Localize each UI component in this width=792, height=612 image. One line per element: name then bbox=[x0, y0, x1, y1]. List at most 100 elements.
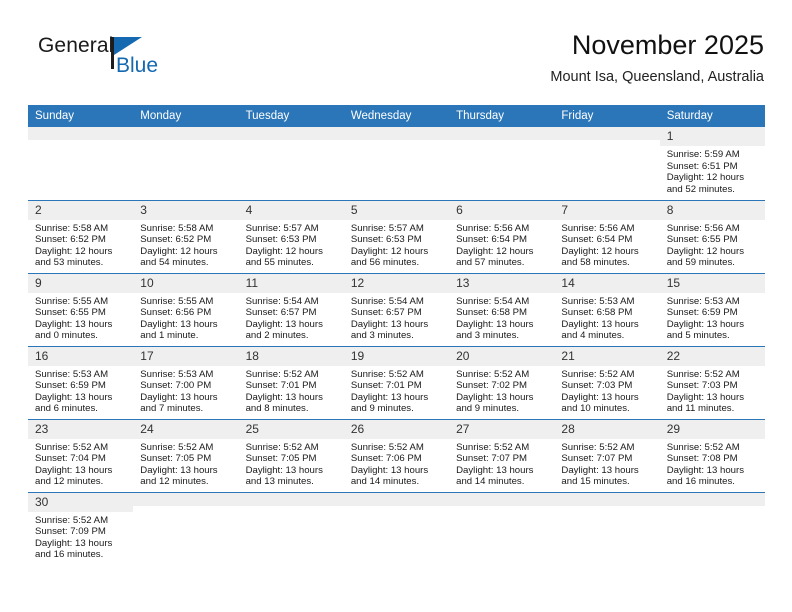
daylight-text-line1: Daylight: 13 hours bbox=[561, 318, 639, 330]
calendar-day-cell[interactable]: 17 Sunrise: 5:53 AM Sunset: 7:00 PM Dayligh… bbox=[133, 346, 239, 420]
daylight-text-line2: and 0 minutes. bbox=[35, 330, 98, 342]
day-number: 1 bbox=[659, 127, 765, 146]
sunrise-text: Sunrise: 5:59 AM bbox=[666, 149, 740, 160]
calendar-day-cell[interactable]: 21 Sunrise: 5:52 AM Sunset: 7:03 PM Dayligh… bbox=[554, 346, 660, 420]
calendar-day-cell[interactable]: 11 Sunrise: 5:54 AM Sunset: 6:57 PM Dayligh… bbox=[238, 273, 344, 347]
day-details: Sunrise: 5:52 AM Sunset: 7:04 PM Daylight:… bbox=[28, 439, 133, 488]
calendar-week-row: 2 Sunrise: 5:58 AM Sunset: 6:52 PM Daylight… bbox=[28, 200, 765, 274]
day-details: Sunrise: 5:58 AM Sunset: 6:52 PM Daylight:… bbox=[133, 220, 238, 269]
sunrise-text: Sunrise: 5:52 AM bbox=[245, 441, 319, 453]
day-number: 8 bbox=[659, 200, 765, 220]
title-block: November 2025 Mount Isa, Queensland, Aus… bbox=[550, 28, 764, 88]
sunrise-text: Sunrise: 5:58 AM bbox=[35, 222, 109, 234]
calendar-day-cell[interactable]: 8 Sunrise: 5:56 AM Sunset: 6:55 PM Daylight… bbox=[659, 200, 765, 274]
daylight-text-line1: Daylight: 13 hours bbox=[245, 391, 323, 403]
sunset-text: Sunset: 6:54 PM bbox=[456, 234, 528, 246]
day-details: Sunrise: 5:57 AM Sunset: 6:53 PM Daylight:… bbox=[239, 220, 344, 269]
calendar-day-cell[interactable]: 4 Sunrise: 5:57 AM Sunset: 6:53 PM Daylight… bbox=[238, 200, 344, 274]
day-details: Sunrise: 5:52 AM Sunset: 7:06 PM Daylight:… bbox=[344, 439, 449, 488]
day-number bbox=[133, 127, 239, 140]
sunrise-text: Sunrise: 5:52 AM bbox=[561, 368, 635, 380]
calendar-day-cell[interactable]: 29 Sunrise: 5:52 AM Sunset: 7:08 PM Dayligh… bbox=[659, 419, 765, 493]
sunset-text: Sunset: 7:05 PM bbox=[245, 453, 317, 465]
calendar-day-cell[interactable]: 28 Sunrise: 5:52 AM Sunset: 7:07 PM Dayligh… bbox=[554, 419, 660, 493]
daylight-text-line2: and 3 minutes. bbox=[350, 330, 414, 342]
day-number: 19 bbox=[343, 346, 450, 366]
daylight-text-line1: Daylight: 13 hours bbox=[35, 464, 113, 476]
daylight-text-line2: and 59 minutes. bbox=[666, 257, 735, 269]
calendar-day-cell[interactable]: 20 Sunrise: 5:52 AM Sunset: 7:02 PM Dayligh… bbox=[449, 346, 555, 420]
daylight-text-line2: and 9 minutes. bbox=[350, 403, 414, 415]
weekday-header-wednesday: Wednesday bbox=[343, 105, 450, 127]
daylight-text-line2: and 4 minutes. bbox=[561, 330, 625, 342]
daylight-text-line2: and 57 minutes. bbox=[456, 257, 525, 269]
calendar-cell-empty bbox=[449, 492, 555, 572]
calendar-day-cell[interactable]: 6 Sunrise: 5:56 AM Sunset: 6:54 PM Daylight… bbox=[449, 200, 555, 274]
calendar-day-cell[interactable]: 2 Sunrise: 5:58 AM Sunset: 6:52 PM Daylight… bbox=[28, 200, 134, 274]
sunset-text: Sunset: 7:01 PM bbox=[350, 380, 422, 392]
sunrise-text: Sunrise: 5:54 AM bbox=[350, 295, 424, 307]
daylight-text-line2: and 16 minutes. bbox=[666, 476, 735, 488]
calendar-body: 1 Sunrise: 5:59 AM Sunset: 6:51 PM Daylight… bbox=[28, 127, 765, 572]
day-details: Sunrise: 5:53 AM Sunset: 6:59 PM Daylight:… bbox=[660, 293, 765, 342]
calendar-cell-empty bbox=[343, 492, 450, 572]
calendar-day-cell[interactable]: 10 Sunrise: 5:55 AM Sunset: 6:56 PM Dayligh… bbox=[133, 273, 239, 347]
calendar-day-cell[interactable]: 18 Sunrise: 5:52 AM Sunset: 7:01 PM Dayligh… bbox=[238, 346, 344, 420]
sunrise-text: Sunrise: 5:54 AM bbox=[456, 295, 530, 307]
daylight-text-line2: and 6 minutes. bbox=[35, 403, 98, 415]
daylight-text-line1: Daylight: 13 hours bbox=[140, 464, 218, 476]
calendar-day-cell[interactable]: 22 Sunrise: 5:52 AM Sunset: 7:03 PM Dayligh… bbox=[659, 346, 765, 420]
sunrise-text: Sunrise: 5:58 AM bbox=[140, 222, 214, 234]
daylight-text-line1: Daylight: 13 hours bbox=[561, 391, 639, 403]
daylight-text-line1: Daylight: 13 hours bbox=[666, 318, 745, 330]
calendar-day-cell[interactable]: 14 Sunrise: 5:53 AM Sunset: 6:58 PM Dayligh… bbox=[554, 273, 660, 347]
calendar-day-cell[interactable]: 16 Sunrise: 5:53 AM Sunset: 6:59 PM Dayligh… bbox=[28, 346, 134, 420]
sunrise-text: Sunrise: 5:56 AM bbox=[456, 222, 530, 234]
day-details: Sunrise: 5:52 AM Sunset: 7:01 PM Daylight:… bbox=[344, 366, 449, 415]
day-number bbox=[554, 127, 660, 140]
calendar-day-cell[interactable]: 27 Sunrise: 5:52 AM Sunset: 7:07 PM Dayligh… bbox=[449, 419, 555, 493]
day-number bbox=[238, 127, 344, 140]
day-number: 28 bbox=[554, 419, 660, 439]
daylight-text-line1: Daylight: 13 hours bbox=[245, 318, 323, 330]
calendar-day-cell[interactable]: 15 Sunrise: 5:53 AM Sunset: 6:59 PM Dayligh… bbox=[659, 273, 765, 347]
sunset-text: Sunset: 6:52 PM bbox=[140, 234, 212, 246]
day-details: Sunrise: 5:56 AM Sunset: 6:55 PM Daylight:… bbox=[660, 220, 765, 269]
day-number: 3 bbox=[133, 200, 239, 220]
calendar-day-cell[interactable]: 12 Sunrise: 5:54 AM Sunset: 6:57 PM Dayligh… bbox=[343, 273, 450, 347]
daylight-text-line2: and 8 minutes. bbox=[245, 403, 309, 415]
sunset-text: Sunset: 6:53 PM bbox=[350, 234, 422, 246]
calendar-day-cell[interactable]: 9 Sunrise: 5:55 AM Sunset: 6:55 PM Daylight… bbox=[28, 273, 134, 347]
calendar-day-cell[interactable]: 25 Sunrise: 5:52 AM Sunset: 7:05 PM Dayligh… bbox=[238, 419, 344, 493]
daylight-text-line2: and 58 minutes. bbox=[561, 257, 630, 269]
calendar-day-cell[interactable]: 13 Sunrise: 5:54 AM Sunset: 6:58 PM Dayligh… bbox=[449, 273, 555, 347]
calendar-day-cell[interactable]: 26 Sunrise: 5:52 AM Sunset: 7:06 PM Dayligh… bbox=[343, 419, 450, 493]
daylight-text-line1: Daylight: 12 hours bbox=[561, 245, 639, 257]
calendar-day-cell[interactable]: 5 Sunrise: 5:57 AM Sunset: 6:53 PM Daylight… bbox=[343, 200, 450, 274]
daylight-text-line1: Daylight: 13 hours bbox=[35, 391, 113, 403]
brand-logo[interactable]: General Blue bbox=[38, 34, 218, 90]
day-number bbox=[28, 127, 134, 140]
day-number: 12 bbox=[343, 273, 450, 293]
calendar-day-cell[interactable]: 7 Sunrise: 5:56 AM Sunset: 6:54 PM Daylight… bbox=[554, 200, 660, 274]
page-header: General Blue November 2025 Mount Isa, Qu… bbox=[28, 28, 764, 96]
calendar-week-row: 30 Sunrise: 5:52 AM Sunset: 7:09 PM Dayligh… bbox=[28, 492, 765, 572]
day-number: 2 bbox=[28, 200, 134, 220]
calendar-day-cell[interactable]: 19 Sunrise: 5:52 AM Sunset: 7:01 PM Dayligh… bbox=[343, 346, 450, 420]
sunset-text: Sunset: 7:07 PM bbox=[561, 453, 633, 465]
calendar-header-row: Sunday Monday Tuesday Wednesday Thursday… bbox=[28, 105, 765, 127]
day-details: Sunrise: 5:52 AM Sunset: 7:05 PM Daylight:… bbox=[239, 439, 344, 488]
day-details: Sunrise: 5:52 AM Sunset: 7:09 PM Daylight:… bbox=[28, 512, 133, 561]
day-details: Sunrise: 5:59 AM Sunset: 6:51 PM Daylight:… bbox=[660, 146, 765, 195]
daylight-text-line2: and 3 minutes. bbox=[456, 330, 520, 342]
sunrise-text: Sunrise: 5:53 AM bbox=[140, 368, 214, 380]
daylight-text-line2: and 14 minutes. bbox=[456, 476, 525, 488]
calendar-day-cell[interactable]: 30 Sunrise: 5:52 AM Sunset: 7:09 PM Dayligh… bbox=[28, 492, 134, 572]
calendar-day-cell[interactable]: 1 Sunrise: 5:59 AM Sunset: 6:51 PM Daylight… bbox=[659, 127, 765, 201]
calendar-day-cell[interactable]: 24 Sunrise: 5:52 AM Sunset: 7:05 PM Dayligh… bbox=[133, 419, 239, 493]
calendar-cell-empty bbox=[238, 492, 344, 572]
triangle-flag-icon bbox=[114, 37, 142, 55]
calendar-day-cell[interactable]: 3 Sunrise: 5:58 AM Sunset: 6:52 PM Daylight… bbox=[133, 200, 239, 274]
calendar-day-cell[interactable]: 23 Sunrise: 5:52 AM Sunset: 7:04 PM Dayligh… bbox=[28, 419, 134, 493]
daylight-text-line1: Daylight: 12 hours bbox=[666, 172, 745, 184]
